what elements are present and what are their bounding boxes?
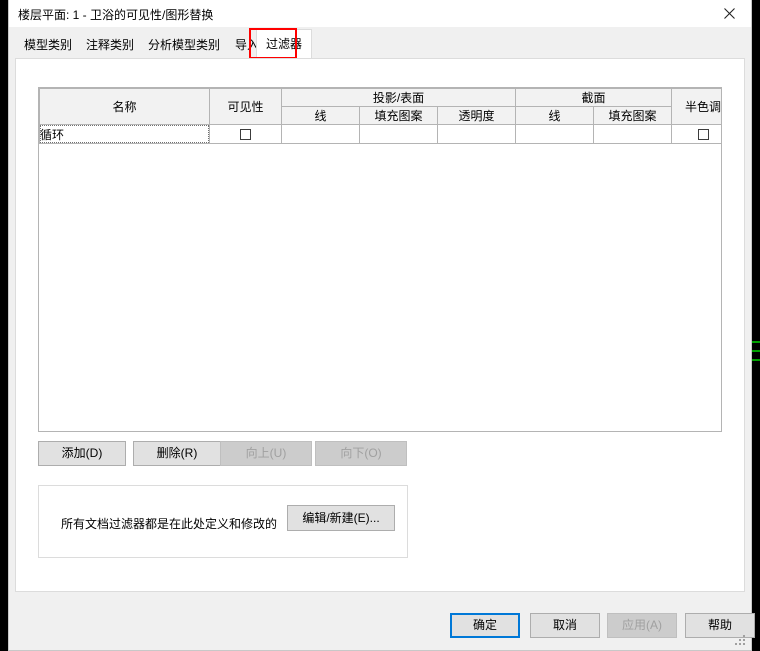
dialog-title: 楼层平面: 1 - 卫浴的可见性/图形替换: [18, 8, 214, 22]
visibility-graphics-dialog: 楼层平面: 1 - 卫浴的可见性/图形替换 模型类别 注释类别 分析模型类别 导…: [8, 0, 755, 651]
filters-info-group: 所有文档过滤器都是在此处定义和修改的 编辑/新建(E)...: [38, 485, 408, 558]
cell-section-pattern: [593, 124, 673, 144]
tab-bar: 模型类别 注释类别 分析模型类别 导入的类别 过滤器: [15, 29, 745, 59]
filters-tab-panel: 名称 可见性 投影/表面 截面 半色调 线 填充图案 透明度 线 填充图案 循环…: [15, 58, 745, 592]
cell-visibility[interactable]: [209, 124, 282, 144]
column-group-header-section: 截面: [515, 88, 673, 107]
close-icon: [723, 8, 735, 19]
cell-projection-pattern[interactable]: [359, 124, 438, 144]
cell-projection-transparency[interactable]: [436, 124, 517, 144]
tab-analytical-model-categories[interactable]: 分析模型类别: [139, 32, 230, 59]
column-header-section-pattern[interactable]: 填充图案: [593, 106, 673, 125]
filters-table: 名称 可见性 投影/表面 截面 半色调 线 填充图案 透明度 线 填充图案 循环: [39, 88, 721, 144]
column-header-projection-pattern[interactable]: 填充图案: [359, 106, 438, 125]
filters-info-text: 所有文档过滤器都是在此处定义和修改的: [61, 517, 278, 531]
table-row[interactable]: 循环: [39, 124, 721, 144]
resize-grip[interactable]: [735, 635, 747, 647]
cell-halftone[interactable]: [671, 124, 721, 144]
filters-grid[interactable]: 名称 可见性 投影/表面 截面 半色调 线 填充图案 透明度 线 填充图案 循环: [38, 87, 722, 432]
move-down-button[interactable]: 向下(O): [315, 441, 407, 466]
close-button[interactable]: [707, 0, 751, 27]
column-header-projection-line[interactable]: 线: [281, 106, 360, 125]
column-group-header-projection-surface: 投影/表面: [280, 88, 517, 107]
dialog-titlebar: 楼层平面: 1 - 卫浴的可见性/图形替换: [9, 0, 751, 27]
row-focus-outline: [40, 125, 209, 143]
background-green-mark: [752, 359, 760, 361]
column-header-section-line[interactable]: 线: [515, 106, 595, 125]
cell-filter-name[interactable]: 循环: [39, 124, 210, 144]
cell-projection-line[interactable]: [281, 124, 360, 144]
tab-filters[interactable]: 过滤器: [256, 29, 313, 59]
apply-button[interactable]: 应用(A): [607, 613, 677, 638]
edit-new-button[interactable]: 编辑/新建(E)...: [287, 505, 395, 531]
column-header-visibility[interactable]: 可见性: [209, 88, 282, 125]
table-header-row-top: 名称 可见性 投影/表面 截面 半色调: [39, 88, 721, 125]
add-button[interactable]: 添加(D): [38, 441, 126, 466]
cancel-button[interactable]: 取消: [530, 613, 600, 638]
halftone-checkbox[interactable]: [697, 129, 709, 141]
column-header-name[interactable]: 名称: [39, 88, 210, 125]
ok-button[interactable]: 确定: [450, 613, 520, 638]
tab-model-categories[interactable]: 模型类别: [15, 32, 82, 59]
background-green-mark: [752, 341, 760, 343]
visibility-checkbox[interactable]: [240, 129, 251, 141]
cell-section-line: [515, 124, 595, 144]
tab-annotation-categories[interactable]: 注释类别: [77, 32, 144, 59]
move-up-button[interactable]: 向上(U): [220, 441, 312, 466]
delete-button[interactable]: 删除(R): [133, 441, 221, 466]
column-header-projection-transparency[interactable]: 透明度: [436, 106, 517, 125]
filter-name-text: 循环: [40, 127, 65, 142]
background-green-mark: [752, 350, 760, 352]
desktop-backdrop-left: [0, 0, 8, 651]
column-header-halftone[interactable]: 半色调: [671, 88, 721, 125]
